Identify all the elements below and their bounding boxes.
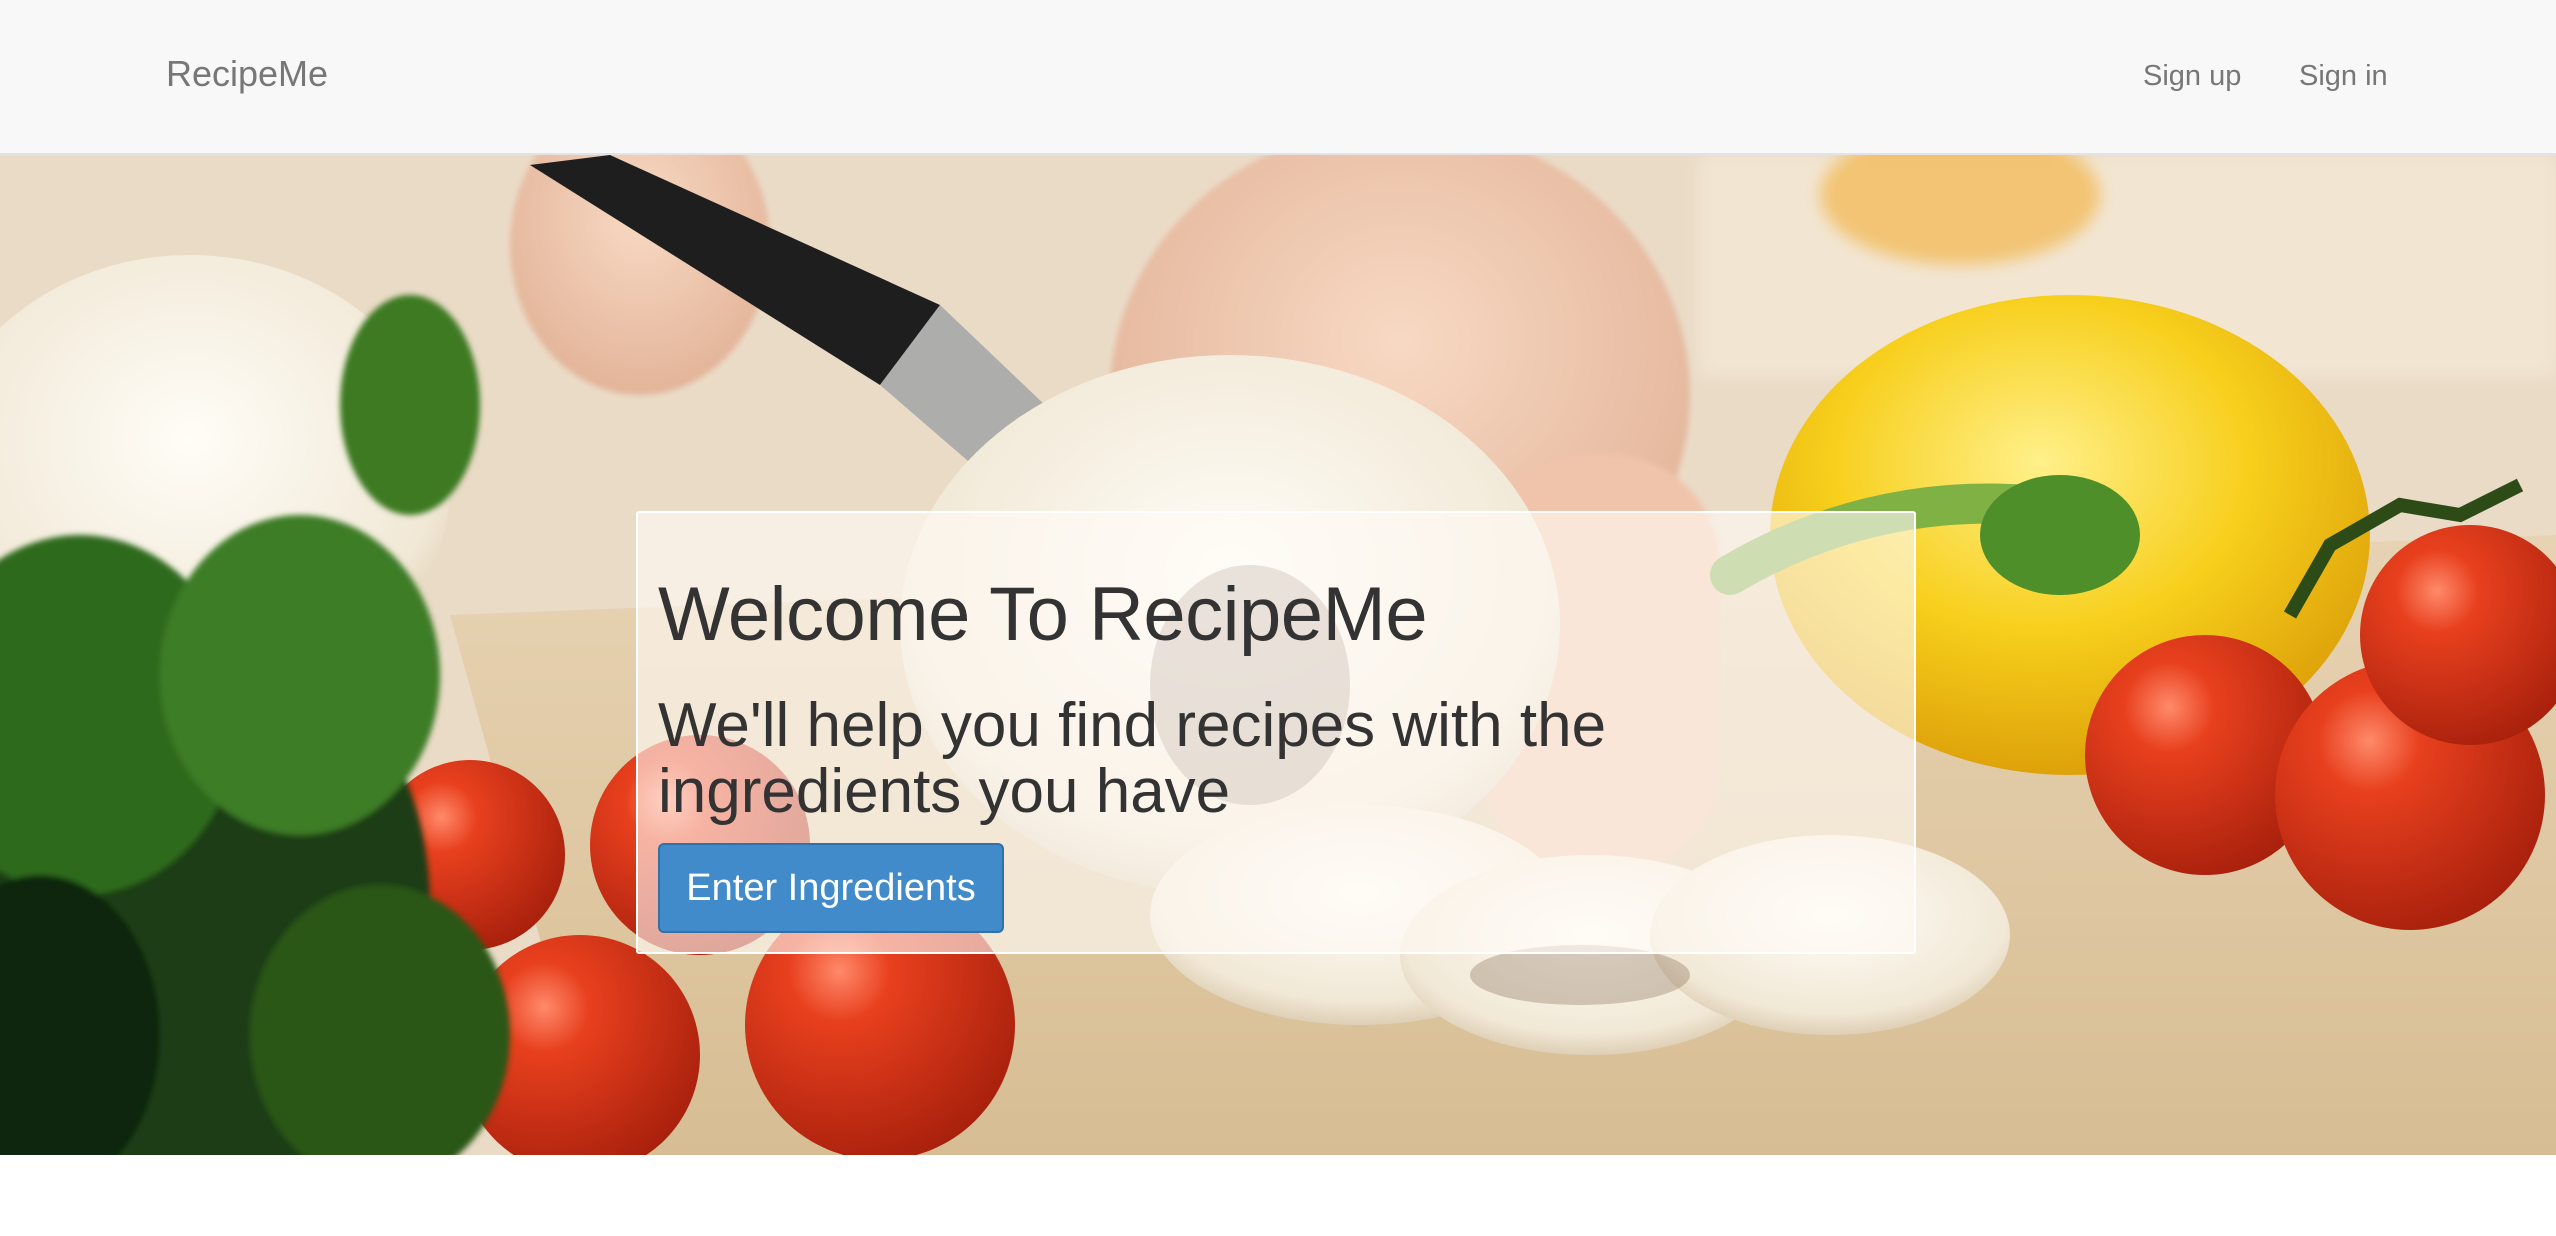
navbar: RecipeMe Sign up Sign in	[0, 0, 2556, 155]
sign-in-link[interactable]: Sign in	[2299, 60, 2388, 93]
welcome-subheading: We'll help you find recipes with the ing…	[658, 691, 1607, 826]
welcome-card: Welcome To RecipeMe We'll help you find …	[636, 511, 1916, 954]
sign-up-link[interactable]: Sign up	[2143, 60, 2241, 93]
enter-ingredients-button[interactable]: Enter Ingredients	[658, 843, 1004, 933]
brand-link[interactable]: RecipeMe	[166, 53, 328, 95]
hero-section: Welcome To RecipeMe We'll help you find …	[0, 155, 2556, 1155]
welcome-heading: Welcome To RecipeMe	[658, 572, 1428, 657]
